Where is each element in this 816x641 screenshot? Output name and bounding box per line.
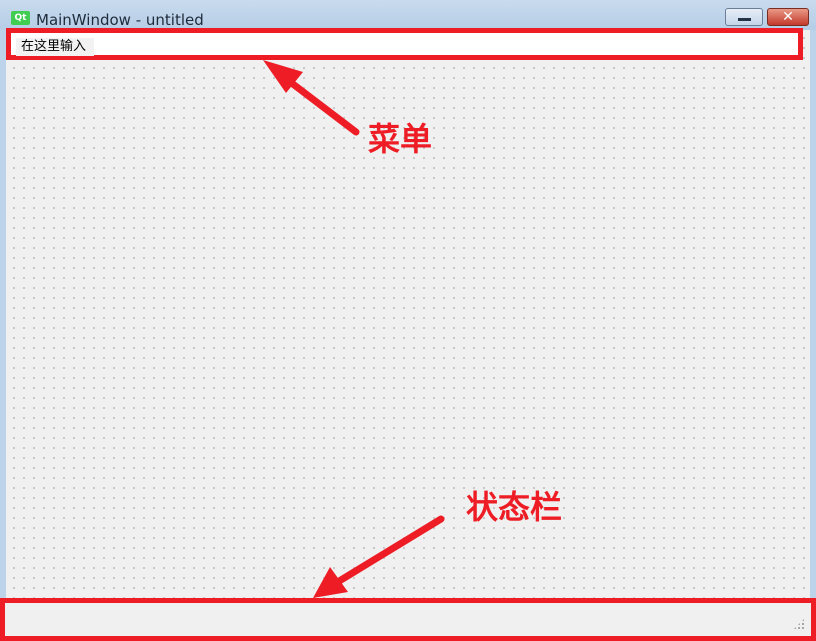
close-button[interactable]: ✕ bbox=[767, 8, 809, 26]
window-title: MainWindow - untitled bbox=[36, 11, 204, 29]
status-bar bbox=[0, 598, 816, 641]
menu-bar: 在这里输入 bbox=[6, 28, 803, 60]
qt-logo-icon: Qt bbox=[11, 11, 30, 25]
minimize-button[interactable] bbox=[725, 8, 763, 26]
main-window: Qt MainWindow - untitled ✕ 在这里输入 菜单 状态栏 bbox=[0, 0, 816, 641]
minimize-icon bbox=[738, 18, 751, 21]
menu-annotation-label: 菜单 bbox=[368, 120, 433, 158]
size-grip-icon[interactable] bbox=[793, 618, 805, 630]
title-bar[interactable]: Qt MainWindow - untitled ✕ bbox=[0, 0, 816, 30]
menu-type-here-input[interactable]: 在这里输入 bbox=[16, 38, 95, 56]
close-icon: ✕ bbox=[782, 9, 794, 25]
status-annotation-label: 状态栏 bbox=[466, 488, 563, 526]
